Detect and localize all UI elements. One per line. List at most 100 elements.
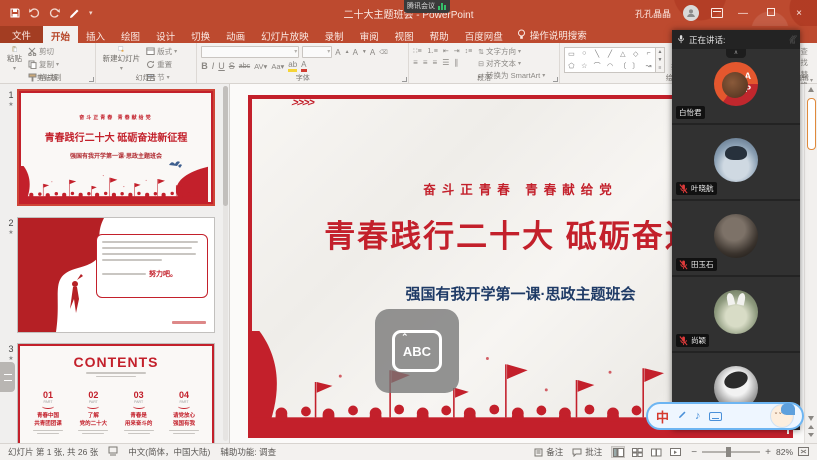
bold-button[interactable]: B xyxy=(201,61,208,71)
columns-button[interactable]: ∥ xyxy=(454,58,458,67)
tencent-meeting-panel[interactable]: 正在讲话: 《《 ∧ A P 白怡君 叶晓航 田玉石 尚颖 总明宝 xyxy=(672,30,800,430)
tab-home[interactable]: 开始 xyxy=(43,26,78,43)
account-avatar-icon[interactable] xyxy=(683,5,699,21)
ime-pen-icon[interactable] xyxy=(677,409,687,423)
zoom-slider[interactable] xyxy=(702,451,760,453)
tab-record[interactable]: 录制 xyxy=(317,26,352,43)
tell-me-search[interactable]: 操作说明搜索 xyxy=(517,26,587,43)
ime-toolbar[interactable]: 中 ♪ xyxy=(646,402,804,430)
pen-icon[interactable] xyxy=(69,8,80,19)
layout-button[interactable]: 版式▾ xyxy=(146,46,177,57)
align-right-button[interactable]: ≡ xyxy=(433,58,438,67)
clipboard-dialog-launcher-icon[interactable] xyxy=(89,77,94,82)
paragraph-dialog-launcher-icon[interactable] xyxy=(553,77,558,82)
accessibility-status[interactable]: 辅助功能: 调查 xyxy=(220,446,276,458)
participant-tile[interactable]: ∧ A P 白怡君 xyxy=(672,49,800,123)
zoom-percent[interactable]: 82% xyxy=(776,447,793,457)
thumbnail-scrollbar[interactable] xyxy=(223,86,228,441)
meeting-mini-chip[interactable]: 腾讯会议 xyxy=(404,0,450,13)
line-spacing-button[interactable]: ↕≡ xyxy=(465,48,473,55)
ime-sound-icon[interactable]: ♪ xyxy=(695,410,701,422)
tab-baidu-netdisk[interactable]: 百度网盘 xyxy=(457,26,511,43)
minimize-button[interactable]: — xyxy=(735,8,751,19)
font-dialog-launcher-icon[interactable] xyxy=(402,77,407,82)
shapes-gallery[interactable]: ▭○╲╱△◇⌐ ⬠☆⌒◠〔〕↝ xyxy=(564,47,656,73)
normal-view-button[interactable] xyxy=(611,446,625,458)
slideshow-view-button[interactable] xyxy=(668,446,682,458)
strikethrough-button[interactable]: S xyxy=(229,61,235,71)
ime-keyboard-icon[interactable] xyxy=(709,412,722,421)
account-name[interactable]: 孔孔晶晶 xyxy=(635,7,671,20)
cut-button[interactable]: 剪切 xyxy=(28,46,62,57)
scrollbar-thumb[interactable] xyxy=(807,98,816,150)
tab-transitions[interactable]: 切换 xyxy=(183,26,218,43)
underline-button[interactable]: U xyxy=(218,61,225,71)
slide-thumbnail-1[interactable]: 奋斗正青春 青春献给党 青春践行二十大 砥砺奋进新征程 强国有我开学第一课·思政… xyxy=(17,89,215,206)
scroll-down-icon[interactable] xyxy=(808,416,814,421)
participant-tile[interactable]: 尚颖 xyxy=(672,277,800,351)
bullets-button[interactable]: ∷≡ xyxy=(413,47,422,55)
tab-animations[interactable]: 动画 xyxy=(218,26,253,43)
participant-tile[interactable]: 田玉石 xyxy=(672,201,800,275)
justify-button[interactable]: ☰ xyxy=(442,58,449,67)
vertical-scrollbar[interactable] xyxy=(804,84,817,443)
font-color-button[interactable]: A xyxy=(301,60,306,72)
qat-dropdown-icon[interactable]: ▾ xyxy=(89,9,93,17)
outdent-button[interactable]: ⇤ xyxy=(443,47,449,55)
tab-insert[interactable]: 插入 xyxy=(78,26,113,43)
ime-language-mode[interactable]: 中 xyxy=(656,407,669,426)
paste-button[interactable]: 粘贴▾ xyxy=(4,45,25,73)
character-spacing-button[interactable]: AV▾ xyxy=(254,62,267,71)
text-direction-button[interactable]: ⇅文字方向▾ xyxy=(478,46,545,57)
new-slide-button[interactable]: 新建幻灯片▾ xyxy=(100,45,144,73)
grow-font-button[interactable]: A▲ xyxy=(335,48,349,57)
tab-draw[interactable]: 绘图 xyxy=(113,26,148,43)
tab-design[interactable]: 设计 xyxy=(148,26,183,43)
shapes-gallery-scroll[interactable]: ▲▼≡ xyxy=(656,47,665,73)
undo-icon[interactable] xyxy=(29,8,40,18)
restore-button[interactable] xyxy=(763,8,779,19)
tab-view[interactable]: 视图 xyxy=(387,26,422,43)
indent-button[interactable]: ⇥ xyxy=(454,47,460,55)
collapse-notch-icon[interactable]: ∧ xyxy=(726,49,746,58)
reading-view-button[interactable] xyxy=(649,446,663,458)
italic-button[interactable]: I xyxy=(212,61,215,71)
ribbon-display-options-icon[interactable] xyxy=(711,8,723,18)
tab-review[interactable]: 审阅 xyxy=(352,26,387,43)
align-center-button[interactable]: ≡ xyxy=(423,58,428,67)
redo-icon[interactable] xyxy=(49,8,60,18)
comments-button[interactable]: 批注 xyxy=(572,446,602,458)
subscript-button[interactable]: abc xyxy=(239,63,250,70)
panel-collapse-handle[interactable] xyxy=(0,362,15,392)
tab-slideshow[interactable]: 幻灯片放映 xyxy=(253,26,317,43)
zoom-slider-thumb[interactable] xyxy=(726,447,731,457)
numbering-button[interactable]: ⒈≡ xyxy=(427,46,438,56)
participant-tile[interactable]: 叶晓航 xyxy=(672,125,800,199)
tab-help[interactable]: 帮助 xyxy=(422,26,457,43)
scroll-up-icon[interactable] xyxy=(808,87,814,92)
text-highlight-button[interactable]: ab xyxy=(288,60,297,72)
tab-file[interactable]: 文件 xyxy=(0,26,43,43)
copy-button[interactable]: 复制▾ xyxy=(28,59,62,70)
previous-slide-icon[interactable] xyxy=(808,425,814,429)
clear-formatting-button[interactable]: A⌫ xyxy=(370,48,388,57)
next-slide-icon[interactable] xyxy=(808,433,814,437)
font-size-select[interactable] xyxy=(302,46,332,58)
font-name-select[interactable] xyxy=(201,46,299,58)
zoom-out-button[interactable]: − xyxy=(691,447,697,458)
align-text-button[interactable]: ⊟对齐文本▾ xyxy=(478,58,545,69)
save-icon[interactable] xyxy=(10,8,20,18)
change-case-button[interactable]: Aa▾ xyxy=(271,62,284,71)
notes-button[interactable]: 备注 xyxy=(534,446,563,458)
close-button[interactable]: × xyxy=(791,8,807,19)
slide-sorter-view-button[interactable] xyxy=(630,446,644,458)
slide-thumbnail-2[interactable]: 努力吧。 xyxy=(17,217,215,333)
align-left-button[interactable]: ≡ xyxy=(413,58,418,67)
shrink-font-button[interactable]: A▼ xyxy=(353,48,367,57)
spellcheck-icon[interactable] xyxy=(108,446,118,458)
reset-button[interactable]: 重置 xyxy=(146,59,177,70)
fit-to-window-icon[interactable] xyxy=(798,447,809,458)
ime-skin-sticker[interactable] xyxy=(770,404,794,428)
slide-thumbnail-3[interactable]: CONTENTS 01 PART 青春中国 共青团团课 02 PART 了解 xyxy=(17,343,215,443)
zoom-in-button[interactable]: + xyxy=(765,447,771,458)
